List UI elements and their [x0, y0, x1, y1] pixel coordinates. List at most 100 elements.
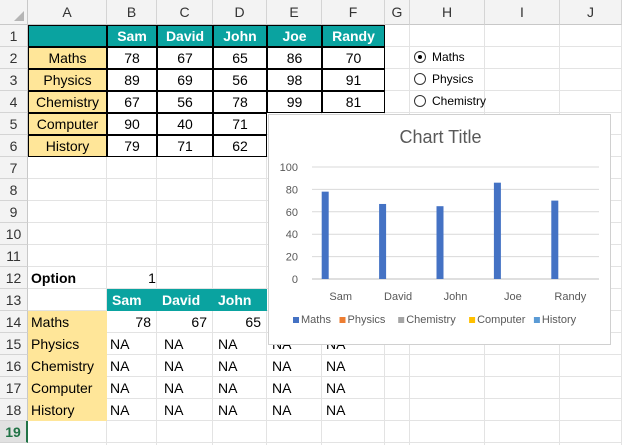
column-header-d[interactable]: D — [213, 0, 267, 25]
lower-na-cell[interactable]: NA — [107, 333, 161, 355]
column-header-h[interactable]: H — [410, 0, 485, 25]
lower-na-cell[interactable]: NA — [107, 355, 161, 377]
row-header-1[interactable]: 1 — [0, 25, 28, 47]
select-all-corner[interactable] — [0, 0, 28, 25]
score-cell[interactable]: 99 — [267, 91, 322, 113]
score-cell[interactable]: 65 — [213, 47, 267, 69]
lower-na-cell[interactable]: NA — [161, 333, 215, 355]
score-cell[interactable]: 91 — [322, 69, 385, 91]
score-cell[interactable]: 79 — [107, 135, 157, 157]
row-header-4[interactable]: 4 — [0, 91, 28, 113]
lower-header-sam[interactable]: Sam — [109, 289, 159, 311]
lower-na-cell[interactable]: NA — [215, 399, 269, 421]
option-value[interactable]: 1 — [145, 267, 159, 289]
score-cell[interactable]: 89 — [107, 69, 157, 91]
score-cell[interactable]: 67 — [157, 47, 213, 69]
lower-subject-maths[interactable]: Maths — [28, 311, 107, 333]
table-header-joe[interactable]: Joe — [267, 25, 322, 47]
lower-subject-physics[interactable]: Physics — [28, 333, 107, 355]
row-header-15[interactable]: 15 — [0, 333, 28, 355]
lower-na-cell[interactable]: NA — [269, 377, 323, 399]
legend-label-physics[interactable]: Physics — [348, 314, 386, 326]
lower-na-cell[interactable]: NA — [215, 355, 269, 377]
lower-na-cell[interactable]: NA — [269, 399, 323, 421]
radio-circle-icon[interactable] — [414, 51, 426, 63]
lower-na-cell[interactable]: NA — [323, 399, 377, 421]
score-cell[interactable]: 90 — [107, 113, 157, 135]
lower-na-cell[interactable]: NA — [215, 377, 269, 399]
chart[interactable]: Chart Title 0 20 40 60 80 100 Sam David John Joe Ra… — [268, 114, 611, 345]
legend-label-chemistry[interactable]: Chemistry — [406, 314, 456, 326]
row-header-10[interactable]: 10 — [0, 223, 28, 245]
row-header-12[interactable]: 12 — [0, 267, 28, 289]
radio-maths[interactable]: Maths — [414, 50, 465, 64]
score-cell[interactable]: 81 — [322, 91, 385, 113]
score-cell[interactable]: 86 — [267, 47, 322, 69]
lower-na-cell[interactable]: NA — [269, 355, 323, 377]
score-cell[interactable]: 69 — [157, 69, 213, 91]
subject-label-maths[interactable]: Maths — [28, 47, 107, 69]
lower-header-john[interactable]: John — [215, 289, 265, 311]
score-cell[interactable]: 70 — [322, 47, 385, 69]
lower-subject-history[interactable]: History — [28, 399, 107, 421]
row-header-5[interactable]: 5 — [0, 113, 28, 135]
radio-chemistry[interactable]: Chemistry — [414, 94, 486, 108]
lower-na-cell[interactable]: NA — [323, 355, 377, 377]
score-cell[interactable]: 78 — [213, 91, 267, 113]
option-label[interactable]: Option — [28, 267, 107, 289]
bar-maths[interactable] — [321, 191, 329, 279]
column-header-j[interactable]: J — [560, 0, 622, 25]
subject-label-computer[interactable]: Computer — [28, 113, 107, 135]
row-header-7[interactable]: 7 — [0, 157, 28, 179]
row-header-6[interactable]: 6 — [0, 135, 28, 157]
table-corner-cell[interactable] — [28, 25, 107, 47]
lower-na-cell[interactable]: NA — [215, 333, 269, 355]
lower-header-david[interactable]: David — [159, 289, 209, 311]
row-header-3[interactable]: 3 — [0, 69, 28, 91]
lower-value-cell[interactable]: 65 — [211, 311, 265, 333]
table-header-david[interactable]: David — [157, 25, 213, 47]
lower-subject-computer[interactable]: Computer — [28, 377, 107, 399]
legend-label-history[interactable]: History — [542, 314, 577, 326]
legend-label-computer[interactable]: Computer — [477, 314, 526, 326]
lower-na-cell[interactable]: NA — [107, 399, 161, 421]
column-header-e[interactable]: E — [267, 0, 322, 25]
column-header-a[interactable]: A — [28, 0, 107, 25]
table-header-john[interactable]: John — [213, 25, 267, 47]
bar-maths[interactable] — [493, 182, 501, 279]
bar-maths[interactable] — [436, 206, 444, 279]
row-header-17[interactable]: 17 — [0, 377, 28, 399]
bar-maths[interactable] — [379, 203, 387, 279]
column-header-i[interactable]: I — [485, 0, 560, 25]
radio-circle-icon[interactable] — [414, 95, 426, 107]
row-header-16[interactable]: 16 — [0, 355, 28, 377]
lower-na-cell[interactable]: NA — [161, 399, 215, 421]
lower-value-cell[interactable]: 67 — [155, 311, 211, 333]
legend-label-maths[interactable]: Maths — [301, 314, 331, 326]
lower-na-cell[interactable]: NA — [161, 377, 215, 399]
column-header-b[interactable]: B — [107, 0, 157, 25]
column-header-g[interactable]: G — [385, 0, 410, 25]
score-cell[interactable]: 71 — [213, 113, 267, 135]
row-header-8[interactable]: 8 — [0, 179, 28, 201]
score-cell[interactable]: 71 — [157, 135, 213, 157]
score-cell[interactable]: 67 — [107, 91, 157, 113]
lower-na-cell[interactable]: NA — [161, 355, 215, 377]
subject-label-history[interactable]: History — [28, 135, 107, 157]
row-header-2[interactable]: 2 — [0, 47, 28, 69]
lower-na-cell[interactable]: NA — [107, 377, 161, 399]
row-header-18[interactable]: 18 — [0, 399, 28, 421]
subject-label-physics[interactable]: Physics — [28, 69, 107, 91]
row-header-13[interactable]: 13 — [0, 289, 28, 311]
score-cell[interactable]: 40 — [157, 113, 213, 135]
lower-na-cell[interactable]: NA — [323, 377, 377, 399]
score-cell[interactable]: 56 — [157, 91, 213, 113]
table-header-sam[interactable]: Sam — [107, 25, 157, 47]
score-cell[interactable]: 78 — [107, 47, 157, 69]
lower-value-cell[interactable]: 78 — [105, 311, 155, 333]
row-header-9[interactable]: 9 — [0, 201, 28, 223]
score-cell[interactable]: 56 — [213, 69, 267, 91]
row-header-11[interactable]: 11 — [0, 245, 28, 267]
score-cell[interactable]: 98 — [267, 69, 322, 91]
radio-circle-icon[interactable] — [414, 73, 426, 85]
